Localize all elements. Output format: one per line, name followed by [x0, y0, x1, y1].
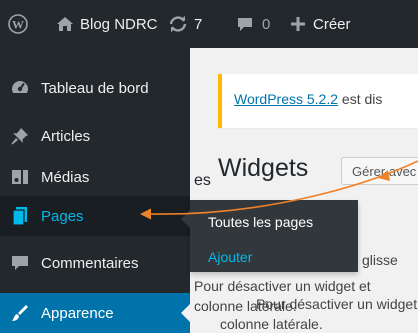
submenu-arrow: [181, 210, 190, 228]
sidebar-item-pages[interactable]: Pages: [0, 196, 190, 236]
comments-link[interactable]: 0: [236, 0, 270, 48]
new-label: Créer: [313, 15, 351, 33]
home-icon: [56, 15, 74, 33]
submenu-item-add[interactable]: Ajouter: [208, 249, 252, 265]
appearance-icon: [10, 303, 30, 323]
section-heading: es: [194, 172, 211, 189]
sidebar-item-dashboard[interactable]: Tableau de bord: [0, 68, 190, 108]
plus-icon: [290, 16, 306, 32]
comment-bubble-icon: [236, 15, 254, 33]
description-line-1b: Pour désactiver un widget et: [194, 278, 371, 294]
site-name-link[interactable]: Blog NDRC: [56, 0, 158, 48]
update-notice: WordPress 5.2.2 est dis: [218, 74, 418, 128]
pages-icon: [10, 206, 30, 226]
svg-text:W: W: [12, 18, 24, 32]
description-line-2: colonne latérale.: [220, 316, 323, 332]
pin-icon: [10, 126, 30, 146]
submenu-item-all-pages[interactable]: Toutes les pages: [208, 214, 313, 230]
new-content-link[interactable]: Créer: [290, 0, 351, 48]
notice-message: est dis: [338, 91, 383, 107]
current-item-arrow: [181, 304, 190, 322]
sidebar-item-label: Articles: [41, 127, 91, 145]
page-title: Widgets: [218, 154, 309, 182]
comment-icon: [10, 253, 30, 273]
comments-count: 0: [262, 15, 271, 33]
manage-with-button[interactable]: Gérer avec: [341, 157, 418, 185]
admin-sidebar: Tableau de bord Articles Médias Pages Co…: [0, 48, 190, 333]
description-line-2b: colonne latérale.: [194, 298, 297, 314]
pages-submenu: Toutes les pages Ajouter: [181, 200, 358, 272]
description-line-0: glisse: [362, 252, 398, 268]
updates-icon: [168, 14, 188, 34]
notice-text: WordPress 5.2.2 est dis: [234, 91, 382, 107]
sidebar-item-commentaires[interactable]: Commentaires: [0, 243, 190, 283]
sidebar-item-label: Pages: [41, 207, 84, 225]
updates-count: 7: [194, 15, 203, 33]
wordpress-logo-icon[interactable]: W: [8, 0, 28, 48]
updates-link[interactable]: 7: [168, 0, 202, 48]
sidebar-item-articles[interactable]: Articles: [0, 116, 190, 156]
site-name: Blog NDRC: [80, 15, 158, 33]
admin-bar: W Blog NDRC 7 0 Créer: [0, 0, 418, 48]
sidebar-item-label: Tableau de bord: [41, 79, 149, 97]
sidebar-item-label: Commentaires: [41, 254, 139, 272]
dashboard-icon: [10, 78, 30, 98]
sidebar-item-label: Médias: [41, 168, 90, 186]
sidebar-item-label: Apparence: [41, 304, 114, 322]
sidebar-item-apparence[interactable]: Apparence: [0, 293, 190, 333]
sidebar-item-medias[interactable]: Médias: [0, 157, 190, 197]
media-icon: [10, 167, 30, 187]
wordpress-version-link[interactable]: WordPress 5.2.2: [234, 91, 338, 107]
